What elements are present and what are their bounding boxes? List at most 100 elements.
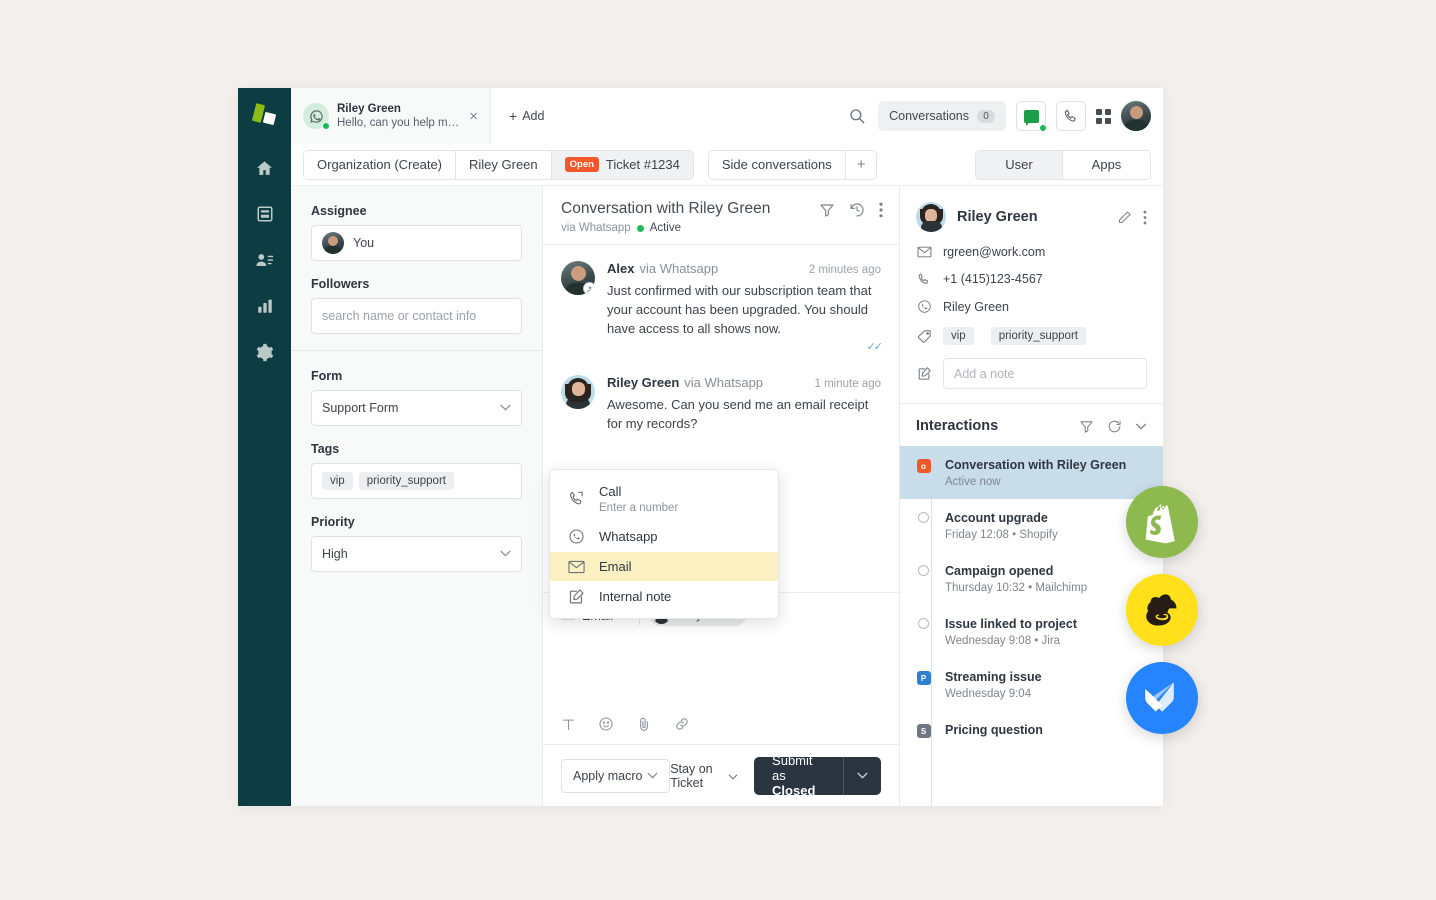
followers-field[interactable]: search name or contact info: [311, 298, 522, 334]
list-item[interactable]: S Pricing question: [900, 711, 1163, 749]
content-columns: Assignee You Followers search name or co…: [291, 186, 1163, 806]
form-select[interactable]: Support Form: [311, 390, 522, 426]
grid-icon[interactable]: [1096, 108, 1111, 124]
menu-item-whatsapp[interactable]: Whatsapp: [550, 521, 778, 552]
close-icon[interactable]: ×: [467, 108, 480, 125]
emoji-icon[interactable]: [598, 716, 614, 732]
add-conversation-button[interactable]: + Add: [509, 108, 544, 124]
text-format-icon[interactable]: [561, 717, 576, 732]
logo-icon[interactable]: [251, 102, 278, 128]
stay-on-ticket-label: Stay on Ticket: [670, 761, 713, 790]
mail-icon: [916, 246, 932, 258]
phone-icon[interactable]: [1056, 101, 1086, 131]
tab-organization[interactable]: Organization (Create): [304, 150, 456, 179]
toggle-apps[interactable]: Apps: [1063, 150, 1150, 179]
menu-item-internal-note-label: Internal note: [599, 589, 672, 604]
more-vertical-icon[interactable]: [1143, 210, 1147, 225]
contact-row-whatsapp[interactable]: Riley Green: [916, 299, 1147, 314]
menu-item-call[interactable]: Call Enter a number: [550, 476, 778, 521]
conversation-chip[interactable]: Riley Green Hello, can you help me? ×: [291, 88, 491, 144]
toggle-user[interactable]: User: [976, 150, 1063, 179]
home-icon[interactable]: [253, 156, 277, 180]
refresh-icon[interactable]: [1107, 419, 1122, 434]
divider: [291, 350, 542, 351]
tags-label: Tags: [311, 442, 340, 456]
link-icon[interactable]: [674, 716, 690, 732]
list-item[interactable]: Account upgrade Friday 12:08 • Shopify: [900, 499, 1163, 552]
add-side-conversation-button[interactable]: +: [845, 150, 877, 179]
menu-item-email-label: Email: [599, 559, 632, 574]
list-item[interactable]: P Streaming issue Wednesday 9:04: [900, 658, 1163, 711]
conversations-pill[interactable]: Conversations 0: [878, 101, 1006, 131]
user-avatar[interactable]: [1121, 101, 1151, 131]
contact-name: Riley Green: [957, 209, 1038, 225]
form-label: Form: [311, 369, 343, 383]
assignee-field[interactable]: You: [311, 225, 522, 261]
filter-icon[interactable]: [1079, 419, 1094, 434]
chevron-down-icon: [647, 770, 658, 782]
chevron-down-icon: [500, 402, 511, 414]
pencil-icon[interactable]: [1117, 210, 1132, 225]
interaction-subtitle: Active now: [945, 476, 1001, 488]
attachment-icon[interactable]: [636, 716, 652, 732]
apply-macro-label: Apply macro: [573, 768, 643, 783]
submit-button[interactable]: Submit as Closed: [754, 753, 881, 798]
read-receipt-icon: ✓✓: [866, 341, 883, 353]
phone-icon: [566, 490, 586, 507]
primary-nav-rail: [238, 88, 291, 806]
contact-row-phone[interactable]: +1 (415)123-4567: [916, 272, 1147, 286]
interactions-title: Interactions: [916, 418, 999, 434]
note-icon: [916, 366, 932, 381]
conversation-channel: via Whatsapp: [561, 222, 631, 234]
tab-riley-green-label: Riley Green: [469, 157, 538, 172]
message-channel: via Whatsapp: [684, 375, 764, 390]
chevron-down-icon[interactable]: [1135, 423, 1147, 430]
tags-field[interactable]: vip priority_support: [311, 463, 522, 499]
more-vertical-icon[interactable]: [879, 202, 883, 218]
timeline-marker: P: [916, 669, 931, 700]
chip-preview: Hello, can you help me?: [337, 116, 460, 129]
message-item: Riley Green via Whatsapp 1 minute ago Aw…: [561, 375, 881, 433]
tag-chip: vip: [322, 472, 353, 490]
history-icon[interactable]: [849, 202, 865, 218]
message-input[interactable]: [561, 626, 881, 716]
interaction-title: Conversation with Riley Green: [945, 458, 1127, 472]
search-icon[interactable]: [846, 105, 868, 127]
main-area: Riley Green Hello, can you help me? × + …: [291, 88, 1163, 806]
tab-riley-green[interactable]: Riley Green: [456, 150, 552, 179]
message-author: Riley Green: [607, 375, 680, 390]
stay-on-ticket-select[interactable]: Stay on Ticket: [670, 762, 738, 790]
tab-ticket[interactable]: Open Ticket #1234: [551, 150, 693, 179]
context-panel: Riley Green rgreen@work.com +1 (415)123-…: [900, 186, 1163, 806]
avatar: [916, 202, 946, 232]
status-dot: [636, 224, 644, 232]
settings-icon[interactable]: [253, 340, 277, 364]
tab-bar: Organization (Create) Riley Green Open T…: [291, 144, 1163, 186]
apply-macro-select[interactable]: Apply macro: [561, 758, 671, 793]
chat-icon[interactable]: [1016, 101, 1047, 132]
avatar: [561, 261, 595, 295]
contact-row-tags[interactable]: vip priority_support: [916, 327, 1147, 345]
phone-icon: [916, 272, 932, 286]
list-item[interactable]: o Conversation with Riley Green Active n…: [900, 446, 1163, 499]
analytics-icon[interactable]: [253, 294, 277, 318]
contact-row-email[interactable]: rgreen@work.com: [916, 245, 1147, 259]
avatar: [561, 375, 595, 409]
chevron-down-icon[interactable]: [844, 770, 881, 782]
contact-row-note: Add a note: [916, 358, 1147, 389]
add-note-input[interactable]: Add a note: [943, 358, 1147, 389]
menu-item-internal-note[interactable]: Internal note: [550, 581, 778, 612]
tab-side-conversations[interactable]: Side conversations: [708, 150, 846, 179]
tab-organization-label: Organization (Create): [317, 157, 442, 172]
menu-item-email[interactable]: Email: [550, 552, 778, 581]
list-item[interactable]: Issue linked to project Wednesday 9:08 •…: [900, 605, 1163, 658]
filter-icon[interactable]: [819, 202, 835, 218]
priority-select[interactable]: High: [311, 536, 522, 572]
timeline-marker: [916, 563, 931, 594]
inbox-icon[interactable]: [253, 202, 277, 226]
message-text: Just confirmed with our subscription tea…: [607, 283, 872, 336]
list-item[interactable]: Campaign opened Thursday 10:32 • Mailchi…: [900, 552, 1163, 605]
interaction-subtitle: Friday 12:08 • Shopify: [945, 529, 1058, 541]
contacts-icon[interactable]: [253, 248, 277, 272]
contact-email: rgreen@work.com: [943, 245, 1046, 259]
